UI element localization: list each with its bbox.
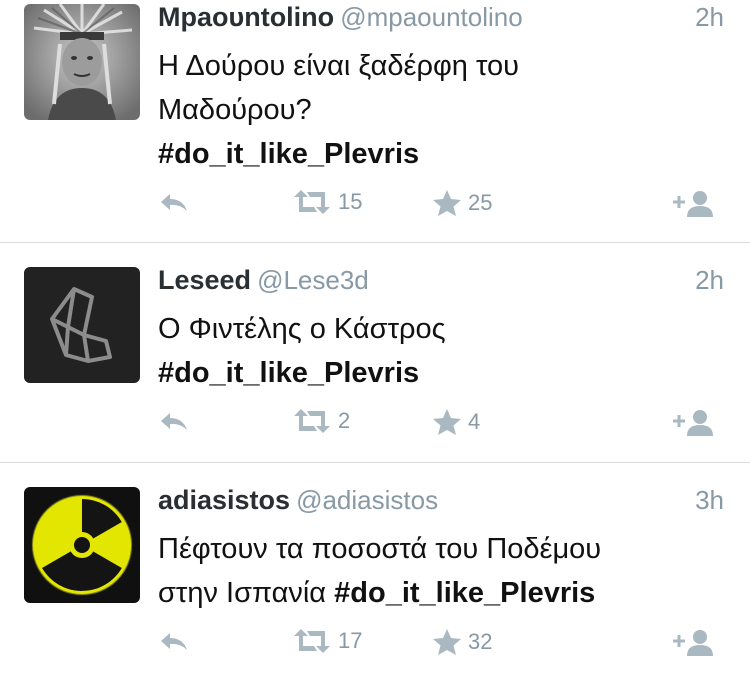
text-line-with-hashtag: στην Ισπανία #do_it_like_Plevris xyxy=(158,571,718,615)
timestamp[interactable]: 2h xyxy=(695,265,724,296)
text-line: Πέφτουν τα ποσοστά του Ποδέμου xyxy=(158,533,602,565)
reply-button[interactable] xyxy=(158,410,190,434)
tweet-actions: 17 32 xyxy=(0,628,750,658)
add-user-icon xyxy=(673,410,713,436)
star-icon xyxy=(433,190,461,216)
follow-button[interactable] xyxy=(672,408,716,438)
headdress-avatar-image xyxy=(24,4,140,120)
reply-button[interactable] xyxy=(158,630,190,654)
avatar[interactable] xyxy=(24,4,140,120)
geometric-logo-avatar-image xyxy=(24,267,140,383)
tweet-2[interactable]: Leseed @Lese3d 2h Ο Φιντέλης ο Κάστρος #d… xyxy=(0,243,750,462)
timestamp[interactable]: 2h xyxy=(695,2,724,33)
reply-icon xyxy=(161,633,187,650)
reply-icon xyxy=(161,194,187,211)
follow-button[interactable] xyxy=(672,628,716,658)
avatar[interactable] xyxy=(24,267,140,383)
user-handle[interactable]: @adiasistos xyxy=(296,485,438,515)
favorite-count: 4 xyxy=(468,409,481,434)
retweet-count: 17 xyxy=(338,628,363,653)
hashtag-link[interactable]: #do_it_like_Plevris xyxy=(158,132,718,176)
text-line: Η Δούρου είναι ξαδέρφη του xyxy=(158,50,519,82)
text-line: στην Ισπανία xyxy=(158,577,327,609)
text-line: Μαδούρου? xyxy=(158,94,312,126)
reply-icon xyxy=(161,413,187,430)
retweet-count: 15 xyxy=(338,189,363,214)
retweet-button[interactable]: 15 xyxy=(292,189,362,215)
hashtag-link[interactable]: #do_it_like_Plevris xyxy=(158,351,718,395)
star-icon xyxy=(433,629,461,655)
tweet-header: adiasistos @adiasistos 3h xyxy=(158,485,726,521)
user-name[interactable]: Leseed xyxy=(158,265,251,295)
star-icon xyxy=(433,409,461,435)
retweet-icon xyxy=(294,190,330,214)
favorite-button[interactable]: 32 xyxy=(432,628,492,656)
retweet-icon xyxy=(294,629,330,653)
avatar[interactable] xyxy=(24,487,140,603)
add-user-icon xyxy=(673,191,713,217)
user-name[interactable]: Μpaoυntolino xyxy=(158,2,334,32)
timestamp[interactable]: 3h xyxy=(695,485,724,516)
favorite-count: 32 xyxy=(468,629,493,654)
user-handle[interactable]: @Lese3d xyxy=(257,265,369,295)
tweet-header: Leseed @Lese3d 2h xyxy=(158,265,726,301)
retweet-icon xyxy=(294,409,330,433)
retweet-count: 2 xyxy=(338,408,351,433)
favorite-button[interactable]: 4 xyxy=(432,408,480,436)
add-user-icon xyxy=(673,630,713,656)
retweet-button[interactable]: 2 xyxy=(292,408,350,434)
tweet-text: Πέφτουν τα ποσοστά του Ποδέμου στην Ισπα… xyxy=(158,527,718,615)
hashtag-link[interactable]: #do_it_like_Plevris xyxy=(334,577,595,609)
tweet-actions: 2 4 xyxy=(0,408,750,438)
favorite-button[interactable]: 25 xyxy=(432,189,492,217)
retweet-button[interactable]: 17 xyxy=(292,628,362,654)
radiation-avatar-image xyxy=(24,487,140,603)
tweet-3[interactable]: adiasistos @adiasistos 3h Πέφτουν τα ποσο… xyxy=(0,463,750,680)
user-name[interactable]: adiasistos xyxy=(158,485,290,515)
favorite-count: 25 xyxy=(468,190,493,215)
tweet-header: Μpaoυntolino @mpaountolino 2h xyxy=(158,2,726,38)
tweet-text: Ο Φιντέλης ο Κάστρος #do_it_like_Plevris xyxy=(158,307,718,395)
tweet-feed: Μpaoυntolino @mpaountolino 2h Η Δούρου εί… xyxy=(0,0,750,680)
tweet-text: Η Δούρου είναι ξαδέρφη του Μαδούρου? #do… xyxy=(158,44,718,176)
tweet-actions: 15 25 xyxy=(0,189,750,219)
user-handle[interactable]: @mpaountolino xyxy=(340,2,523,32)
tweet-1[interactable]: Μpaoυntolino @mpaountolino 2h Η Δούρου εί… xyxy=(0,0,750,242)
follow-button[interactable] xyxy=(672,189,716,219)
text-line: Ο Φιντέλης ο Κάστρος xyxy=(158,313,446,345)
reply-button[interactable] xyxy=(158,191,190,215)
